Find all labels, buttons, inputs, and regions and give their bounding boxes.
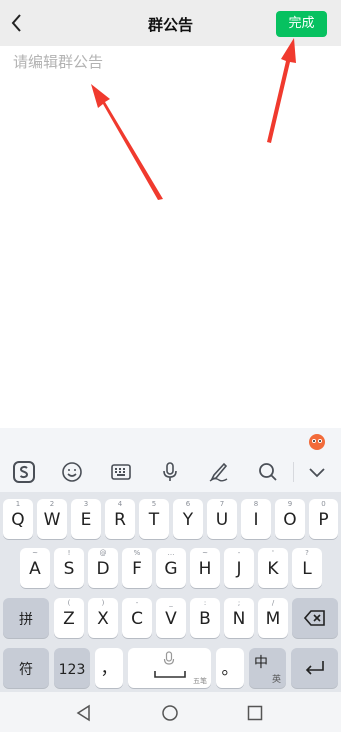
lang-main: 中 bbox=[254, 655, 268, 671]
key-f[interactable]: % F bbox=[122, 548, 152, 588]
key-m[interactable]: / M bbox=[258, 598, 288, 638]
key-c[interactable]: -C bbox=[122, 598, 152, 638]
key-k[interactable]: ' K bbox=[258, 548, 288, 588]
key-u[interactable]: 7U bbox=[207, 499, 237, 539]
space-bar-icon bbox=[154, 671, 186, 678]
sogou-mascot-icon[interactable] bbox=[307, 432, 327, 450]
lang-sub: 英 bbox=[271, 675, 281, 685]
toolbar-divider bbox=[293, 462, 294, 482]
period-key[interactable]: 。 bbox=[216, 648, 244, 688]
key-g[interactable]: … G bbox=[156, 548, 186, 588]
key-x[interactable]: ) X bbox=[88, 598, 118, 638]
back-triangle-icon[interactable] bbox=[75, 704, 93, 722]
space-key[interactable]: 五笔 bbox=[128, 648, 211, 688]
key-s[interactable]: ! S bbox=[54, 548, 84, 588]
enter-icon bbox=[305, 661, 324, 675]
emoji-icon[interactable] bbox=[60, 460, 84, 484]
key-e[interactable]: 3E bbox=[71, 499, 101, 539]
system-nav-bar bbox=[0, 692, 341, 732]
space-hint: 五笔 bbox=[193, 677, 207, 685]
key-z[interactable]: (Z bbox=[54, 598, 84, 638]
recents-square-icon[interactable] bbox=[246, 704, 264, 722]
key-j[interactable]: -J bbox=[224, 548, 254, 588]
key-b[interactable]: :B bbox=[190, 598, 220, 638]
key-a[interactable]: ~ A bbox=[20, 548, 50, 588]
sogou-logo-icon[interactable] bbox=[12, 460, 36, 484]
microphone-icon[interactable] bbox=[158, 460, 182, 484]
search-icon[interactable] bbox=[256, 460, 280, 484]
key-d[interactable]: @ D bbox=[88, 548, 118, 588]
key-h[interactable]: ~ H bbox=[190, 548, 220, 588]
symbol-key[interactable]: 符 bbox=[3, 648, 49, 688]
keyboard: 1Q 2W 3E 4R 5T 6Y 7U 8I 9O 0P ~ A ! S @ D %… bbox=[0, 492, 341, 692]
handwriting-icon[interactable] bbox=[207, 460, 231, 484]
key-q[interactable]: 1Q bbox=[3, 499, 33, 539]
key-i[interactable]: 8I bbox=[241, 499, 271, 539]
key-n[interactable]: ; N bbox=[224, 598, 254, 638]
backspace-icon bbox=[304, 610, 325, 626]
keyboard-icon[interactable] bbox=[109, 460, 133, 484]
number-key[interactable]: 123 bbox=[54, 648, 90, 688]
microphone-small-icon bbox=[163, 651, 175, 665]
home-circle-icon[interactable] bbox=[161, 704, 179, 722]
key-v[interactable]: _ V bbox=[156, 598, 186, 638]
key-l[interactable]: ? L bbox=[292, 548, 322, 588]
chevron-down-icon[interactable] bbox=[305, 460, 329, 484]
pinyin-shift-key[interactable]: 拼 bbox=[3, 598, 49, 638]
keyboard-toolbar-area bbox=[0, 428, 341, 492]
key-r[interactable]: 4R bbox=[105, 499, 135, 539]
header-bar: 群公告 完成 bbox=[0, 0, 341, 46]
comma-key[interactable]: ， bbox=[95, 648, 123, 688]
announcement-editor[interactable]: 请编辑群公告 bbox=[0, 46, 341, 428]
keyboard-toolbar bbox=[0, 454, 341, 490]
language-switch-key[interactable]: 中 英 bbox=[249, 648, 286, 688]
key-o[interactable]: 9O bbox=[275, 499, 305, 539]
enter-key[interactable] bbox=[291, 648, 338, 688]
editor-placeholder: 请编辑群公告 bbox=[13, 53, 104, 71]
delete-key[interactable] bbox=[292, 598, 338, 638]
key-y[interactable]: 6Y bbox=[173, 499, 203, 539]
key-w[interactable]: 2W bbox=[37, 499, 67, 539]
key-p[interactable]: 0P bbox=[309, 499, 338, 539]
done-button[interactable]: 完成 bbox=[276, 11, 327, 37]
key-t[interactable]: 5T bbox=[139, 499, 169, 539]
